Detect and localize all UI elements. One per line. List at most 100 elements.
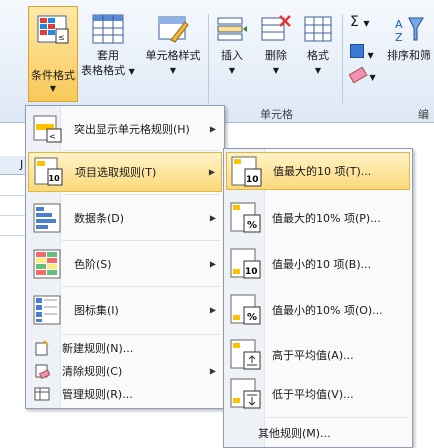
format-label: 格式	[307, 49, 329, 62]
table-format-label-2: 表格格式 ▼	[81, 64, 135, 77]
menu-item-icon-sets[interactable]: 图标集(I) ▶	[28, 290, 222, 330]
menu-item-new-rule[interactable]: 新建规则(N)...	[28, 337, 222, 359]
svg-text:A: A	[395, 18, 403, 31]
menu-separator	[62, 194, 220, 195]
bottom-10-percent-icon: %	[230, 294, 261, 325]
submenu-item-label: 值最大的10% 项(P)...	[272, 212, 381, 225]
chevron-down-icon: ▼	[49, 84, 57, 93]
cell-styles-button[interactable]: 单元格样式 ▼	[140, 14, 206, 78]
conditional-format-button[interactable]: ≤ 条件格式 ▼	[28, 6, 78, 102]
new-rule-icon	[35, 340, 49, 356]
above-average-icon	[230, 339, 261, 370]
svg-text:<: <	[49, 132, 56, 141]
chevron-down-icon: ▼	[272, 66, 280, 75]
submenu-arrow-icon: ▶	[209, 305, 216, 315]
group-label-edit: 编	[418, 108, 429, 121]
chevron-down-icon: ▼	[367, 51, 374, 60]
column-label: J	[20, 158, 24, 171]
svg-text:%: %	[247, 220, 257, 231]
submenu-item-label: 高于平均值(A)...	[272, 349, 354, 362]
svg-text:Z: Z	[395, 31, 403, 44]
menu-separator	[62, 286, 220, 287]
menu-item-label: 清除规则(C)	[62, 365, 123, 378]
menu-item-clear-rules[interactable]: 清除规则(C) ▶	[28, 360, 222, 382]
group-label-cells: 单元格	[260, 108, 293, 121]
submenu-item-below-average[interactable]: 低于平均值(V)...	[226, 375, 410, 413]
chevron-down-icon: ▼	[228, 66, 236, 75]
submenu-item-more-rules[interactable]: 其他规则(M)...	[226, 422, 410, 442]
submenu-item-label: 值最小的10% 项(O)...	[272, 304, 383, 317]
clear-rules-icon	[35, 364, 50, 379]
menu-separator	[62, 334, 220, 335]
table-format-button[interactable]: 套用 表格格式 ▼	[80, 14, 136, 79]
menu-item-top-bottom-rules[interactable]: 10 项目选取规则(T) ▶	[28, 152, 222, 192]
data-bars-icon	[33, 203, 61, 233]
submenu-item-bottom-10-percent[interactable]: % 值最小的10% 项(O)...	[226, 291, 410, 329]
chevron-down-icon: ▼	[314, 66, 322, 75]
submenu-item-label: 低于平均值(V)...	[272, 388, 354, 401]
menu-item-label: 新建规则(N)...	[62, 342, 134, 355]
insert-button[interactable]: 插入 ▼	[212, 14, 252, 78]
menu-item-highlight-rules[interactable]: < 突出显示单元格规则(H) ▶	[28, 110, 222, 148]
format-button[interactable]: 格式 ▼	[298, 14, 338, 78]
menu-item-color-scales[interactable]: 色阶(S) ▶	[28, 244, 222, 284]
below-average-icon	[230, 378, 261, 409]
svg-text:10: 10	[246, 175, 259, 185]
sort-filter-label: 排序和筛	[387, 49, 431, 62]
manage-rules-icon	[34, 387, 50, 401]
submenu-item-label: 其他规则(M)...	[258, 427, 331, 440]
svg-text:%: %	[247, 312, 257, 323]
submenu-item-label: 值最大的10 项(T)...	[273, 165, 372, 178]
format-icon	[304, 16, 332, 42]
fill-down-icon	[350, 44, 364, 58]
chevron-down-icon: ▼	[363, 19, 370, 28]
svg-text:10: 10	[49, 174, 61, 183]
eraser-icon	[348, 66, 368, 84]
top-10-icon: 10	[231, 156, 262, 187]
top-bottom-rules-icon: 10	[34, 157, 63, 186]
menu-item-label: 项目选取规则(T)	[75, 166, 157, 179]
delete-icon	[261, 15, 291, 41]
submenu-arrow-icon: ▶	[209, 213, 216, 223]
submenu-item-top-10[interactable]: 10 值最大的10 项(T)...	[226, 152, 410, 190]
ribbon-separator	[208, 14, 209, 104]
insert-label: 插入	[221, 49, 243, 62]
ribbon-separator	[342, 14, 343, 104]
submenu-arrow-icon: ▶	[209, 259, 216, 269]
color-scales-icon	[33, 249, 61, 279]
submenu-arrow-icon: ▶	[208, 167, 215, 177]
conditional-format-menu: < 突出显示单元格规则(H) ▶ 10 项目选取规则(T) ▶ 数据条(D) ▶	[25, 105, 225, 409]
sort-filter-button[interactable]: A Z 排序和筛	[384, 14, 434, 63]
highlight-rules-icon: <	[33, 115, 62, 143]
cell-styles-label: 单元格样式	[145, 49, 201, 62]
menu-separator	[62, 150, 220, 151]
conditional-format-icon: ≤	[37, 15, 69, 44]
menu-item-label: 图标集(I)	[74, 304, 119, 317]
menu-item-label: 数据条(D)	[74, 212, 125, 225]
delete-label: 删除	[265, 49, 287, 62]
autosum-button[interactable]: Σ ▼	[350, 14, 369, 30]
menu-item-manage-rules[interactable]: 管理规则(R)...	[28, 383, 222, 405]
top-10-percent-icon: %	[230, 202, 261, 233]
chevron-down-icon: ▼	[369, 73, 376, 82]
menu-item-data-bars[interactable]: 数据条(D) ▶	[28, 198, 222, 238]
svg-text:≤: ≤	[58, 33, 65, 42]
submenu-item-top-10-percent[interactable]: % 值最大的10% 项(P)...	[226, 199, 410, 237]
menu-separator	[62, 240, 220, 241]
conditional-format-label: 条件格式	[31, 69, 75, 82]
cell-styles-icon	[158, 16, 189, 43]
bottom-10-icon: 10	[230, 248, 261, 279]
menu-separator	[266, 417, 408, 418]
chevron-down-icon: ▼	[169, 66, 177, 75]
menu-item-label: 突出显示单元格规则(H)	[74, 123, 190, 136]
clear-button[interactable]: ▼	[348, 66, 376, 84]
submenu-item-bottom-10[interactable]: 10 值最小的10 项(B)...	[226, 245, 410, 283]
icon-sets-icon	[33, 295, 61, 325]
sigma-icon: Σ	[350, 14, 359, 30]
fill-button[interactable]: ▼	[350, 44, 374, 61]
submenu-item-above-average[interactable]: 高于平均值(A)...	[226, 336, 410, 374]
table-format-label-1: 套用	[97, 49, 119, 62]
delete-button[interactable]: 删除 ▼	[256, 14, 296, 78]
table-format-icon	[92, 14, 124, 44]
svg-text:10: 10	[245, 267, 258, 277]
